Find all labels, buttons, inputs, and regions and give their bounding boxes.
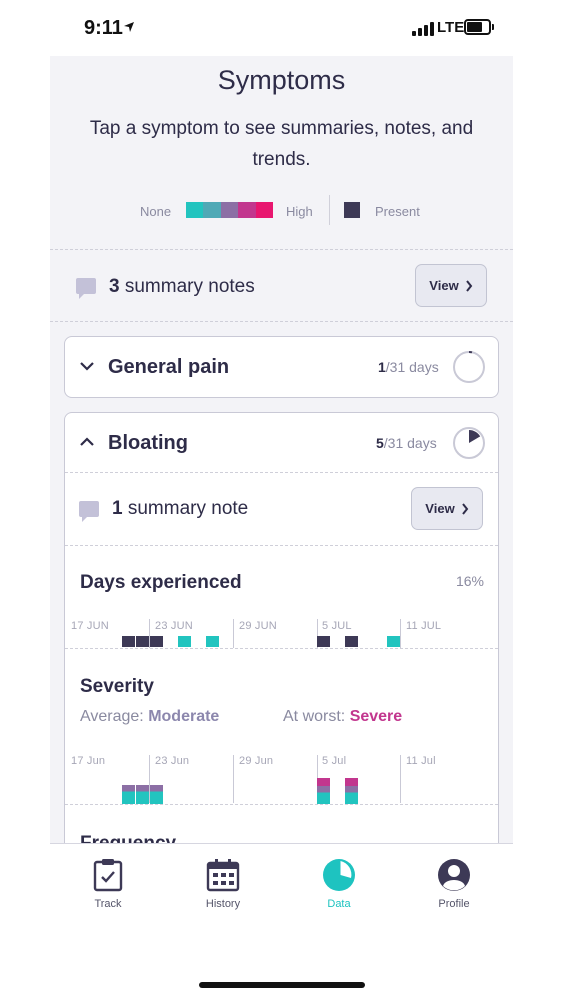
days-experienced-title: Days experienced — [80, 572, 242, 593]
day-bar-present — [178, 636, 191, 647]
network-type: LTE — [437, 19, 465, 36]
day-bar-present — [122, 636, 135, 647]
tab-label: History — [205, 898, 241, 910]
symptom-name: General pain — [108, 356, 230, 378]
axis-tick — [400, 755, 401, 803]
day-bar-present — [387, 636, 400, 647]
day-bar-present — [206, 636, 219, 647]
legend-none-label: None — [140, 204, 172, 219]
axis-label: 29 JUN — [239, 620, 277, 632]
view-summary-notes-button[interactable]: View — [415, 264, 487, 307]
note-icon — [79, 501, 99, 522]
divider — [50, 249, 513, 250]
divider — [65, 648, 498, 649]
page-subtitle: Tap a symptom to see summaries, notes, a… — [89, 118, 474, 170]
divider — [50, 321, 513, 322]
progress-ring-icon — [453, 350, 485, 383]
home-indicator[interactable] — [199, 982, 365, 988]
legend-gradient — [186, 202, 274, 218]
symptom-card-general-pain[interactable]: General pain 1/31 days — [64, 336, 499, 398]
tab-profile[interactable]: Profile — [409, 858, 499, 910]
axis-label: 17 Jun — [71, 755, 106, 767]
tab-history[interactable]: History — [178, 858, 268, 910]
chevron-up-icon[interactable] — [79, 436, 95, 448]
legend-divider — [329, 195, 330, 225]
battery-icon — [464, 19, 494, 35]
axis-label: 11 JUL — [406, 620, 442, 632]
day-bar-present — [150, 636, 163, 647]
tab-bar: Track History Data Profile — [50, 843, 513, 933]
chevron-down-icon — [80, 362, 94, 371]
tab-data[interactable]: Data — [294, 858, 384, 910]
axis-tick — [233, 619, 234, 648]
days-experienced-percent: 16% — [455, 573, 484, 589]
axis-tick — [400, 619, 401, 648]
axis-label: 17 JUN — [71, 620, 109, 632]
axis-label: 29 Jun — [239, 755, 274, 767]
severity-bar — [122, 785, 135, 804]
status-time: 9:11 — [84, 17, 123, 39]
calendar-icon — [206, 859, 240, 892]
progress-ring-icon — [453, 427, 485, 459]
frequency-title: Frequency — [80, 833, 176, 843]
status-bar: 9:11 LTE — [0, 0, 563, 56]
severity-bar — [345, 778, 358, 804]
legend-high-label: High — [286, 204, 313, 219]
location-arrow-icon — [124, 22, 134, 32]
day-bar-present — [317, 636, 330, 647]
chevron-right-icon — [461, 502, 468, 515]
axis-tick — [233, 755, 234, 803]
symptom-card-bloating: Bloating 5/31 days 1 summary note View D… — [64, 412, 499, 843]
user-icon — [438, 859, 470, 891]
page-title: Symptoms — [217, 65, 346, 95]
severity-average: Average: Moderate — [80, 708, 220, 725]
view-bloating-notes-button[interactable]: View — [411, 487, 483, 530]
divider — [65, 804, 498, 805]
divider — [65, 545, 498, 546]
bloating-notes-label: 1 summary note — [112, 498, 248, 520]
bloating-notes-count: 1 — [112, 498, 123, 519]
day-bar-present — [345, 636, 358, 647]
severity-bar — [317, 778, 330, 804]
clipboard-check-icon — [93, 859, 123, 892]
tab-label: Track — [94, 898, 122, 910]
view-button-label: View — [429, 278, 459, 293]
tab-track[interactable]: Track — [63, 858, 153, 910]
tab-label: Profile — [438, 898, 470, 910]
summary-notes-count: 3 — [109, 276, 120, 297]
axis-label: 23 Jun — [155, 755, 190, 767]
view-button-label: View — [425, 501, 455, 516]
severity-worst: At worst: Severe — [283, 708, 403, 725]
symptom-name[interactable]: Bloating — [108, 432, 188, 455]
summary-notes-text: summary notes — [124, 276, 255, 297]
pie-chart-icon — [323, 859, 355, 891]
severity-bar — [136, 785, 149, 804]
note-icon — [76, 278, 96, 299]
day-bar-present — [136, 636, 149, 647]
symptom-days-count: 5/31 days — [376, 435, 437, 451]
legend-present-label: Present — [375, 204, 420, 219]
tab-label: Data — [327, 898, 351, 910]
axis-label: 11 Jul — [406, 755, 436, 767]
legend-present-swatch — [344, 202, 360, 218]
severity-title: Severity — [80, 676, 154, 697]
severity-bar — [150, 785, 163, 804]
signal-strength-icon — [412, 22, 434, 36]
bloating-notes-text: summary note — [127, 498, 249, 519]
summary-notes-label: 3 summary notes — [109, 276, 255, 298]
axis-label: 23 JUN — [155, 620, 193, 632]
chevron-right-icon — [465, 279, 472, 292]
axis-label: 5 JUL — [322, 620, 352, 632]
symptom-days-count: 1/31 days — [378, 359, 439, 375]
divider — [65, 472, 498, 473]
symptoms-panel: Symptoms Tap a symptom to see summaries,… — [50, 56, 513, 843]
axis-label: 5 Jul — [322, 755, 347, 767]
